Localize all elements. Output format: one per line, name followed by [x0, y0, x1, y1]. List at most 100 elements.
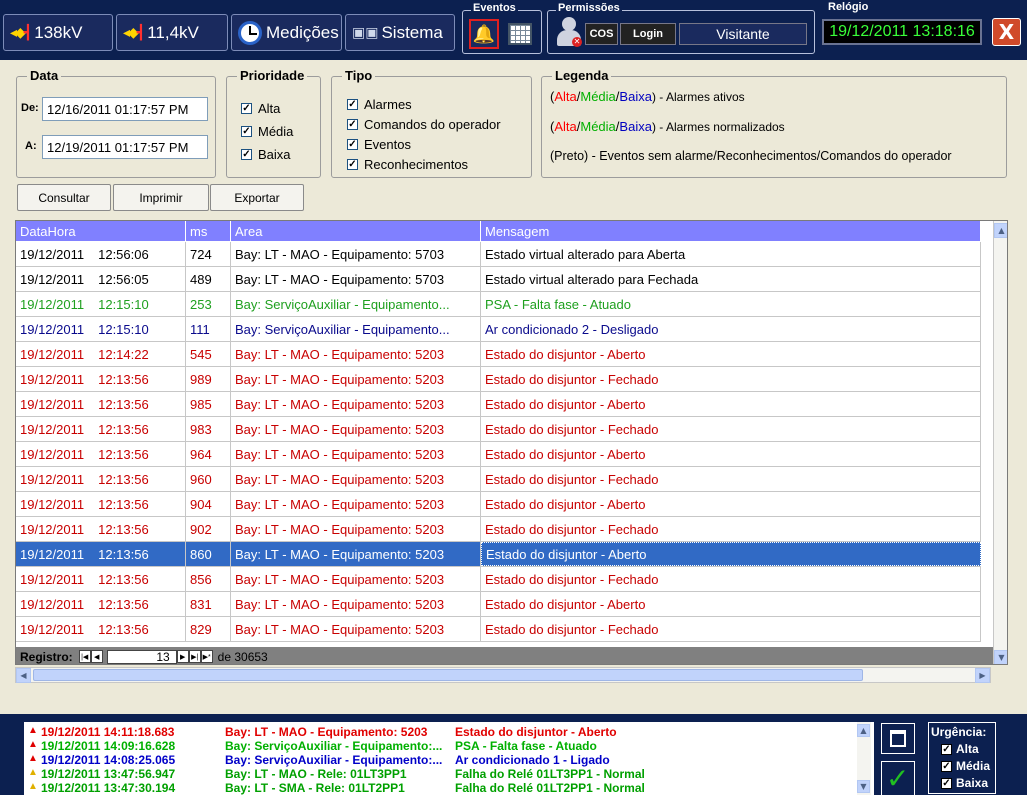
- consultar-button[interactable]: Consultar: [17, 184, 111, 211]
- acknowledge-button[interactable]: ✓: [881, 761, 915, 795]
- table-row[interactable]: 19/12/2011 12:13:56 831 Bay: LT - MAO - Equ…: [16, 592, 981, 617]
- scroll-up-icon[interactable]: ▲: [994, 223, 1007, 238]
- prioridade-alta-checkbox[interactable]: ✓ Alta: [241, 101, 280, 116]
- cell-time: 12:15:10: [98, 321, 149, 337]
- bell-icon: ▲: [28, 767, 38, 778]
- table-row[interactable]: 19/12/2011 12:13:56 902 Bay: LT - MAO - Equ…: [16, 517, 981, 542]
- urgency-media-checkbox[interactable]: ✓ Média: [941, 759, 990, 773]
- grid-vertical-scrollbar[interactable]: ▲ ▼: [993, 221, 1007, 664]
- next-record-icon[interactable]: ▶: [176, 650, 189, 663]
- table-row[interactable]: 19/12/2011 12:13:56 860 Bay: LT - MAO - Equ…: [16, 542, 981, 567]
- cell-datahora: 19/12/2011 12:15:10: [16, 292, 186, 316]
- table-row[interactable]: 19/12/2011 12:13:56 904 Bay: LT - MAO - Equ…: [16, 492, 981, 517]
- cell-mensagem: Estado virtual alterado para Aberta: [481, 242, 981, 266]
- table-row[interactable]: 19/12/2011 12:13:56 964 Bay: LT - MAO - Equ…: [16, 442, 981, 467]
- prioridade-baixa-checkbox[interactable]: ✓ Baixa: [241, 147, 291, 162]
- login-button[interactable]: Login: [620, 23, 676, 45]
- prev-record-icon[interactable]: ◀: [90, 650, 103, 663]
- exportar-button[interactable]: Exportar: [210, 184, 304, 211]
- cell-time: 12:13:56: [98, 621, 149, 637]
- cell-datahora: 19/12/2011 12:13:56: [16, 367, 186, 391]
- alarm-scrollbar[interactable]: ▲ ▼: [857, 722, 871, 795]
- prioridade-media-checkbox[interactable]: ✓ Média: [241, 124, 293, 139]
- cell-ms: 902: [186, 517, 231, 541]
- cell-time: 12:13:56: [98, 396, 149, 412]
- cell-ms: 983: [186, 417, 231, 441]
- close-button[interactable]: X: [992, 18, 1021, 46]
- cell-ms: 985: [186, 392, 231, 416]
- table-row[interactable]: 19/12/2011 12:56:05 489 Bay: LT - MAO - Equ…: [16, 267, 981, 292]
- table-row[interactable]: 19/12/2011 12:14:22 545 Bay: LT - MAO - Equ…: [16, 342, 981, 367]
- alarm-time: 19/12/2011 13:47:56.947: [41, 767, 176, 781]
- table-row[interactable]: 19/12/2011 12:13:56 985 Bay: LT - MAO - Equ…: [16, 392, 981, 417]
- last-record-icon[interactable]: ▶|: [188, 650, 201, 663]
- alarm-area: Bay: LT - MAO - Rele: 01LT3PP1: [225, 767, 407, 781]
- cell-area: Bay: LT - MAO - Equipamento: 5203: [231, 517, 481, 541]
- alarm-row[interactable]: ▲ 19/12/2011 14:09:16.628 Bay: ServiçoAuxi…: [28, 739, 755, 753]
- grid-header: DataHora ms Area Mensagem: [16, 221, 981, 241]
- alarm-message: Estado do disjuntor - Aberto: [455, 725, 617, 739]
- cell-area: Bay: ServiçoAuxiliar - Equipamento...: [231, 317, 481, 341]
- alarm-message: PSA - Falta fase - Atuado: [455, 739, 597, 753]
- table-row[interactable]: 19/12/2011 12:13:56 989 Bay: LT - MAO - Equ…: [16, 367, 981, 392]
- 138kv-button[interactable]: ◂◆┫ 138kV: [3, 14, 113, 51]
- sistema-button[interactable]: ▣▣ Sistema: [345, 14, 455, 51]
- table-row[interactable]: 19/12/2011 12:56:06 724 Bay: LT - MAO - Equ…: [16, 242, 981, 267]
- scroll-down-icon[interactable]: ▼: [857, 780, 870, 793]
- cos-label: COS: [585, 23, 618, 45]
- eventos-title: Eventos: [471, 2, 518, 14]
- header-datahora[interactable]: DataHora: [16, 221, 186, 241]
- calendar-button[interactable]: [505, 19, 535, 49]
- scroll-down-icon[interactable]: ▼: [994, 650, 1007, 664]
- scroll-up-icon[interactable]: ▲: [857, 724, 870, 737]
- window-button[interactable]: [881, 723, 915, 754]
- grid-horizontal-scrollbar[interactable]: ◀ ▶: [15, 667, 991, 683]
- permissoes-title: Permissões: [556, 2, 622, 14]
- de-date-input[interactable]: 12/16/2011 01:17:57 PM: [42, 97, 208, 121]
- prioridade-baixa-label: Baixa: [258, 147, 291, 162]
- header-area[interactable]: Area: [231, 221, 481, 241]
- cell-datahora: 19/12/2011 12:14:22: [16, 342, 186, 366]
- event-bell-button[interactable]: 🔔: [469, 19, 499, 49]
- cell-ms: 856: [186, 567, 231, 591]
- cell-mensagem: PSA - Falta fase - Atuado: [481, 292, 981, 316]
- tipo-reconhecimentos-checkbox[interactable]: ✓ Reconhecimentos: [347, 157, 468, 172]
- table-row[interactable]: 19/12/2011 12:13:56 983 Bay: LT - MAO - Equ…: [16, 417, 981, 442]
- table-row[interactable]: 19/12/2011 12:13:56 960 Bay: LT - MAO - Equ…: [16, 467, 981, 492]
- tipo-comandos-checkbox[interactable]: ✓ Comandos do operador: [347, 117, 501, 132]
- table-row[interactable]: 19/12/2011 12:15:10 111 Bay: ServiçoAuxilia…: [16, 317, 981, 342]
- a-date-input[interactable]: 12/19/2011 01:17:57 PM: [42, 135, 208, 159]
- record-number-input[interactable]: 13: [106, 649, 177, 664]
- header-ms[interactable]: ms: [186, 221, 231, 241]
- first-record-icon[interactable]: |◀: [78, 650, 91, 663]
- cell-date: 19/12/2011: [20, 621, 85, 637]
- alarm-row[interactable]: ▲ 19/12/2011 14:11:18.683 Bay: LT - MAO - …: [28, 725, 755, 739]
- legend-active-text: ) - Alarmes ativos: [651, 90, 745, 104]
- tipo-alarmes-checkbox[interactable]: ✓ Alarmes: [347, 97, 412, 112]
- cell-ms: 964: [186, 442, 231, 466]
- urgency-alta-checkbox[interactable]: ✓ Alta: [941, 742, 979, 756]
- alarm-area: Bay: ServiçoAuxiliar - Equipamento:...: [225, 739, 443, 753]
- table-row[interactable]: 19/12/2011 12:13:56 856 Bay: LT - MAO - Equ…: [16, 567, 981, 592]
- 11kv-button[interactable]: ◂◆┫ 11,4kV: [116, 14, 228, 51]
- tipo-eventos-checkbox[interactable]: ✓ Eventos: [347, 137, 411, 152]
- alarm-row[interactable]: ▲ 19/12/2011 13:47:30.194 Bay: LT - SMA - …: [28, 781, 755, 795]
- urgency-baixa-checkbox[interactable]: ✓ Baixa: [941, 776, 988, 790]
- scroll-right-icon[interactable]: ▶: [975, 668, 990, 683]
- registro-label: Registro:: [20, 649, 73, 664]
- alarm-row[interactable]: ▲ 19/12/2011 13:47:56.947 Bay: LT - MAO - …: [28, 767, 755, 781]
- scroll-left-icon[interactable]: ◀: [16, 668, 31, 683]
- cell-mensagem: Estado do disjuntor - Fechado: [481, 417, 981, 441]
- alarm-row[interactable]: ▲ 19/12/2011 14:08:25.065 Bay: ServiçoAuxi…: [28, 753, 755, 767]
- new-record-icon[interactable]: ▶*: [200, 650, 213, 663]
- cell-area: Bay: LT - MAO - Equipamento: 5203: [231, 367, 481, 391]
- medicoes-button[interactable]: Medições: [231, 14, 342, 51]
- table-row[interactable]: 19/12/2011 12:13:56 829 Bay: LT - MAO - Equ…: [16, 617, 981, 642]
- scroll-thumb[interactable]: [33, 669, 863, 681]
- cell-area: Bay: LT - MAO - Equipamento: 5203: [231, 542, 481, 566]
- header-mensagem[interactable]: Mensagem: [481, 221, 981, 241]
- cell-ms: 545: [186, 342, 231, 366]
- 11kv-label: 11,4kV: [147, 22, 199, 42]
- imprimir-button[interactable]: Imprimir: [113, 184, 209, 211]
- table-row[interactable]: 19/12/2011 12:15:10 253 Bay: ServiçoAuxilia…: [16, 292, 981, 317]
